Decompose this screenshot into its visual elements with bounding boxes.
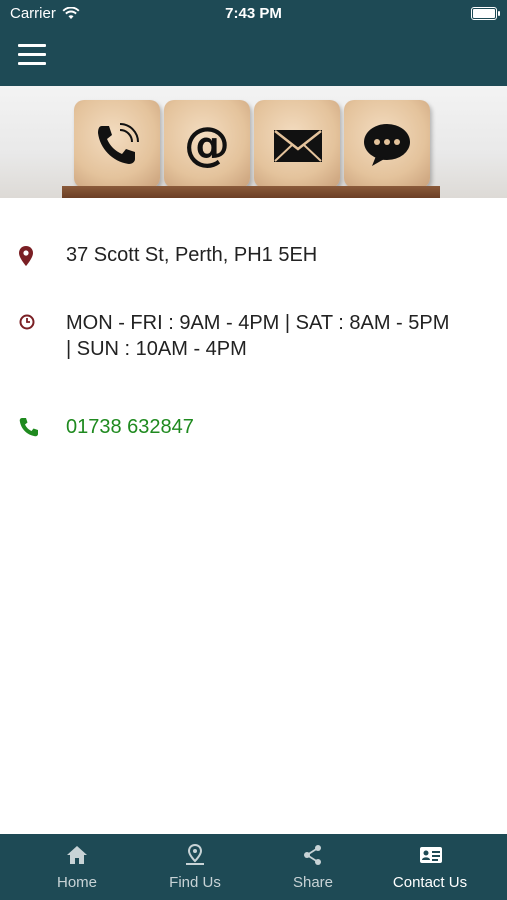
status-time: 7:43 PM <box>225 5 282 22</box>
at-sign-cube: @ <box>164 100 250 188</box>
phone-icon <box>98 123 139 164</box>
address-text: 37 Scott St, Perth, PH1 5EH <box>66 244 318 266</box>
banner-image: @ <box>0 86 507 198</box>
tab-share-label: Share <box>292 874 334 891</box>
tab-find-us[interactable]: Find Us <box>136 834 254 900</box>
tab-share[interactable]: Share <box>254 834 372 900</box>
share-icon <box>304 845 321 865</box>
app-header <box>0 28 507 86</box>
hours-text: MON - FRI : 9AM - 4PM | SAT : 8AM - 5PM … <box>66 312 450 360</box>
tab-contact-us[interactable]: Contact Us <box>371 834 489 900</box>
battery-icon <box>471 7 500 20</box>
at-sign-icon: @ <box>184 120 230 170</box>
home-icon <box>67 846 87 864</box>
wooden-shelf <box>62 186 440 198</box>
map-marker-icon <box>19 246 33 266</box>
tab-home-label: Home <box>56 874 97 891</box>
tab-home[interactable]: Home <box>18 834 136 900</box>
chat-bubble-icon <box>364 124 410 166</box>
bottom-tab-bar: Home Find Us Share Contact Us <box>0 834 507 900</box>
envelope-icon <box>274 130 322 162</box>
envelope-cube <box>254 100 340 188</box>
status-bar: Carrier 7:43 PM <box>0 0 507 28</box>
hamburger-menu-icon[interactable] <box>18 44 46 68</box>
tab-contact-us-label: Contact Us <box>392 874 468 891</box>
phone-link[interactable]: 01738 632847 <box>66 414 457 440</box>
map-pin-icon <box>186 844 204 865</box>
tab-find-us-label: Find Us <box>169 874 221 891</box>
phone-cube <box>74 100 160 188</box>
clock-icon <box>19 314 35 330</box>
contact-card-icon <box>420 847 442 863</box>
svg-text:@: @ <box>184 120 230 170</box>
phone-handset-icon[interactable] <box>19 417 39 437</box>
chat-cube <box>344 100 430 188</box>
